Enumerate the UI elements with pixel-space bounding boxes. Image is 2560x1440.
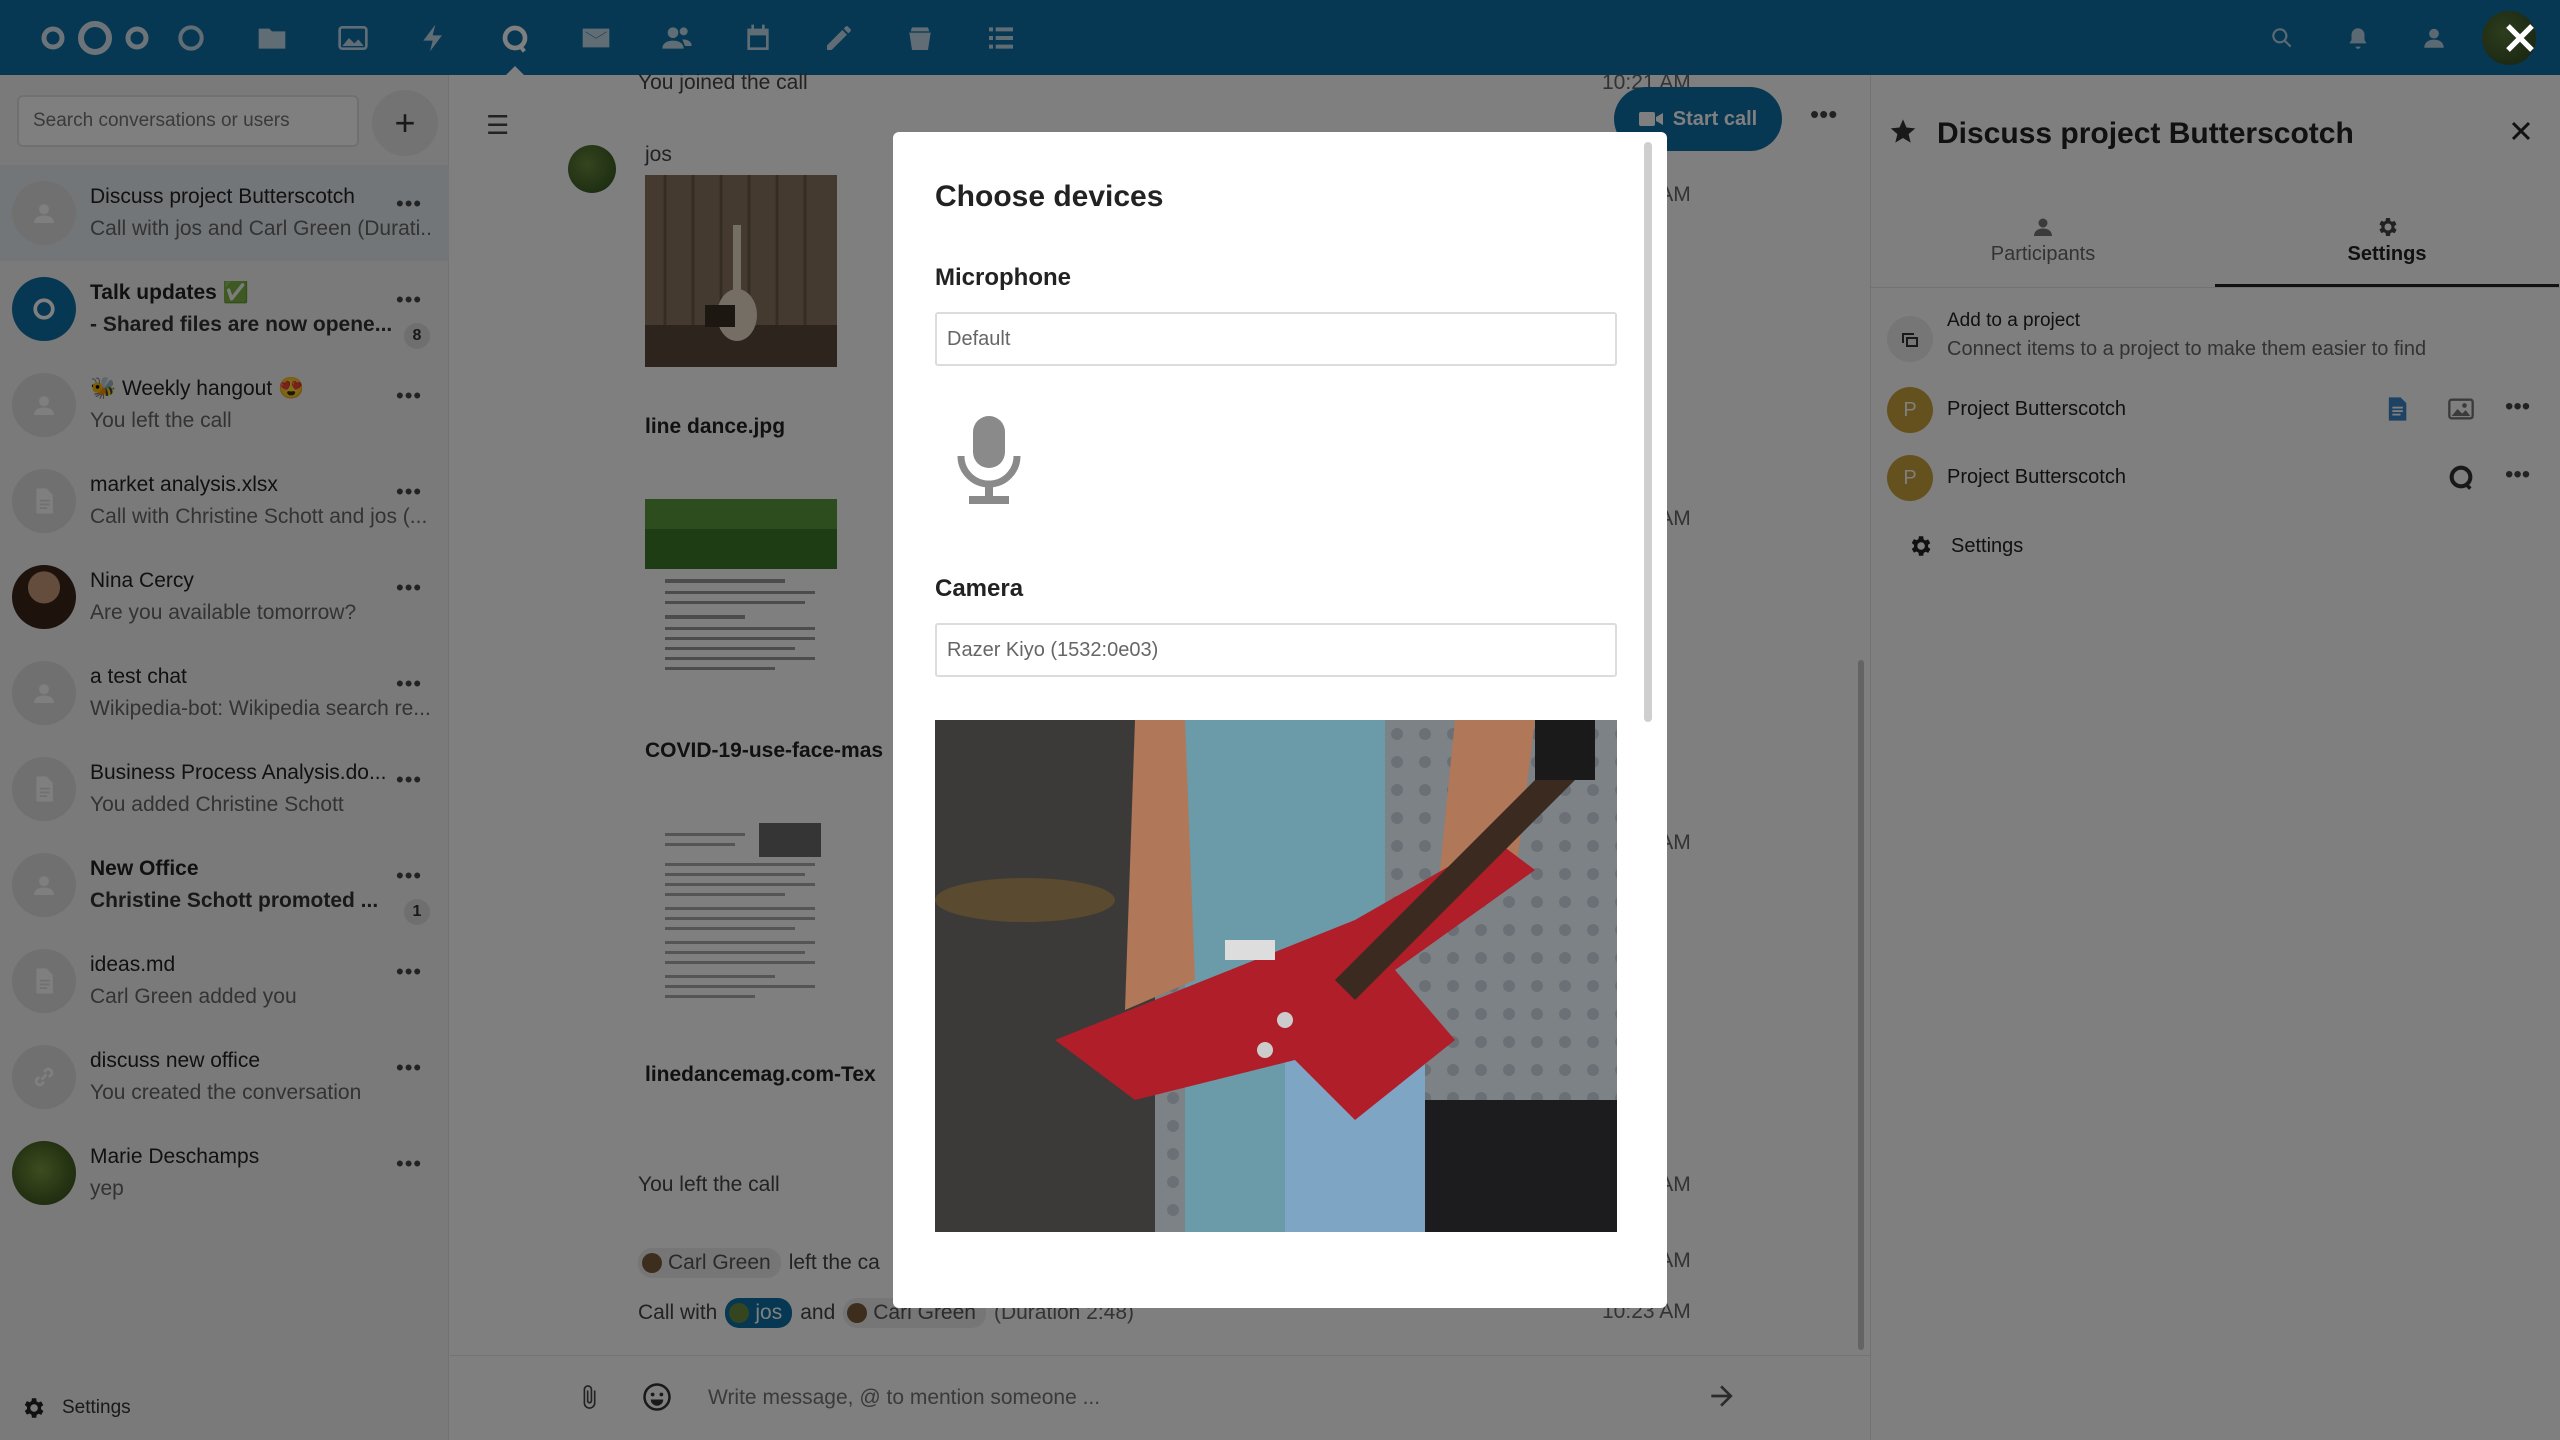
- camera-preview-video: [935, 720, 1617, 1232]
- camera-label: Camera: [935, 575, 1024, 602]
- device-checker-modal: Choose devices Microphone Default Camera…: [893, 132, 1667, 1308]
- close-icon[interactable]: [2502, 20, 2538, 56]
- microphone-label: Microphone: [935, 264, 1071, 291]
- modal-scrollbar[interactable]: [1644, 142, 1652, 722]
- camera-select[interactable]: Razer Kiyo (1532:0e03): [935, 623, 1617, 677]
- microphone-icon: [957, 416, 1021, 504]
- modal-title: Choose devices: [935, 180, 1164, 213]
- microphone-select[interactable]: Default: [935, 312, 1617, 366]
